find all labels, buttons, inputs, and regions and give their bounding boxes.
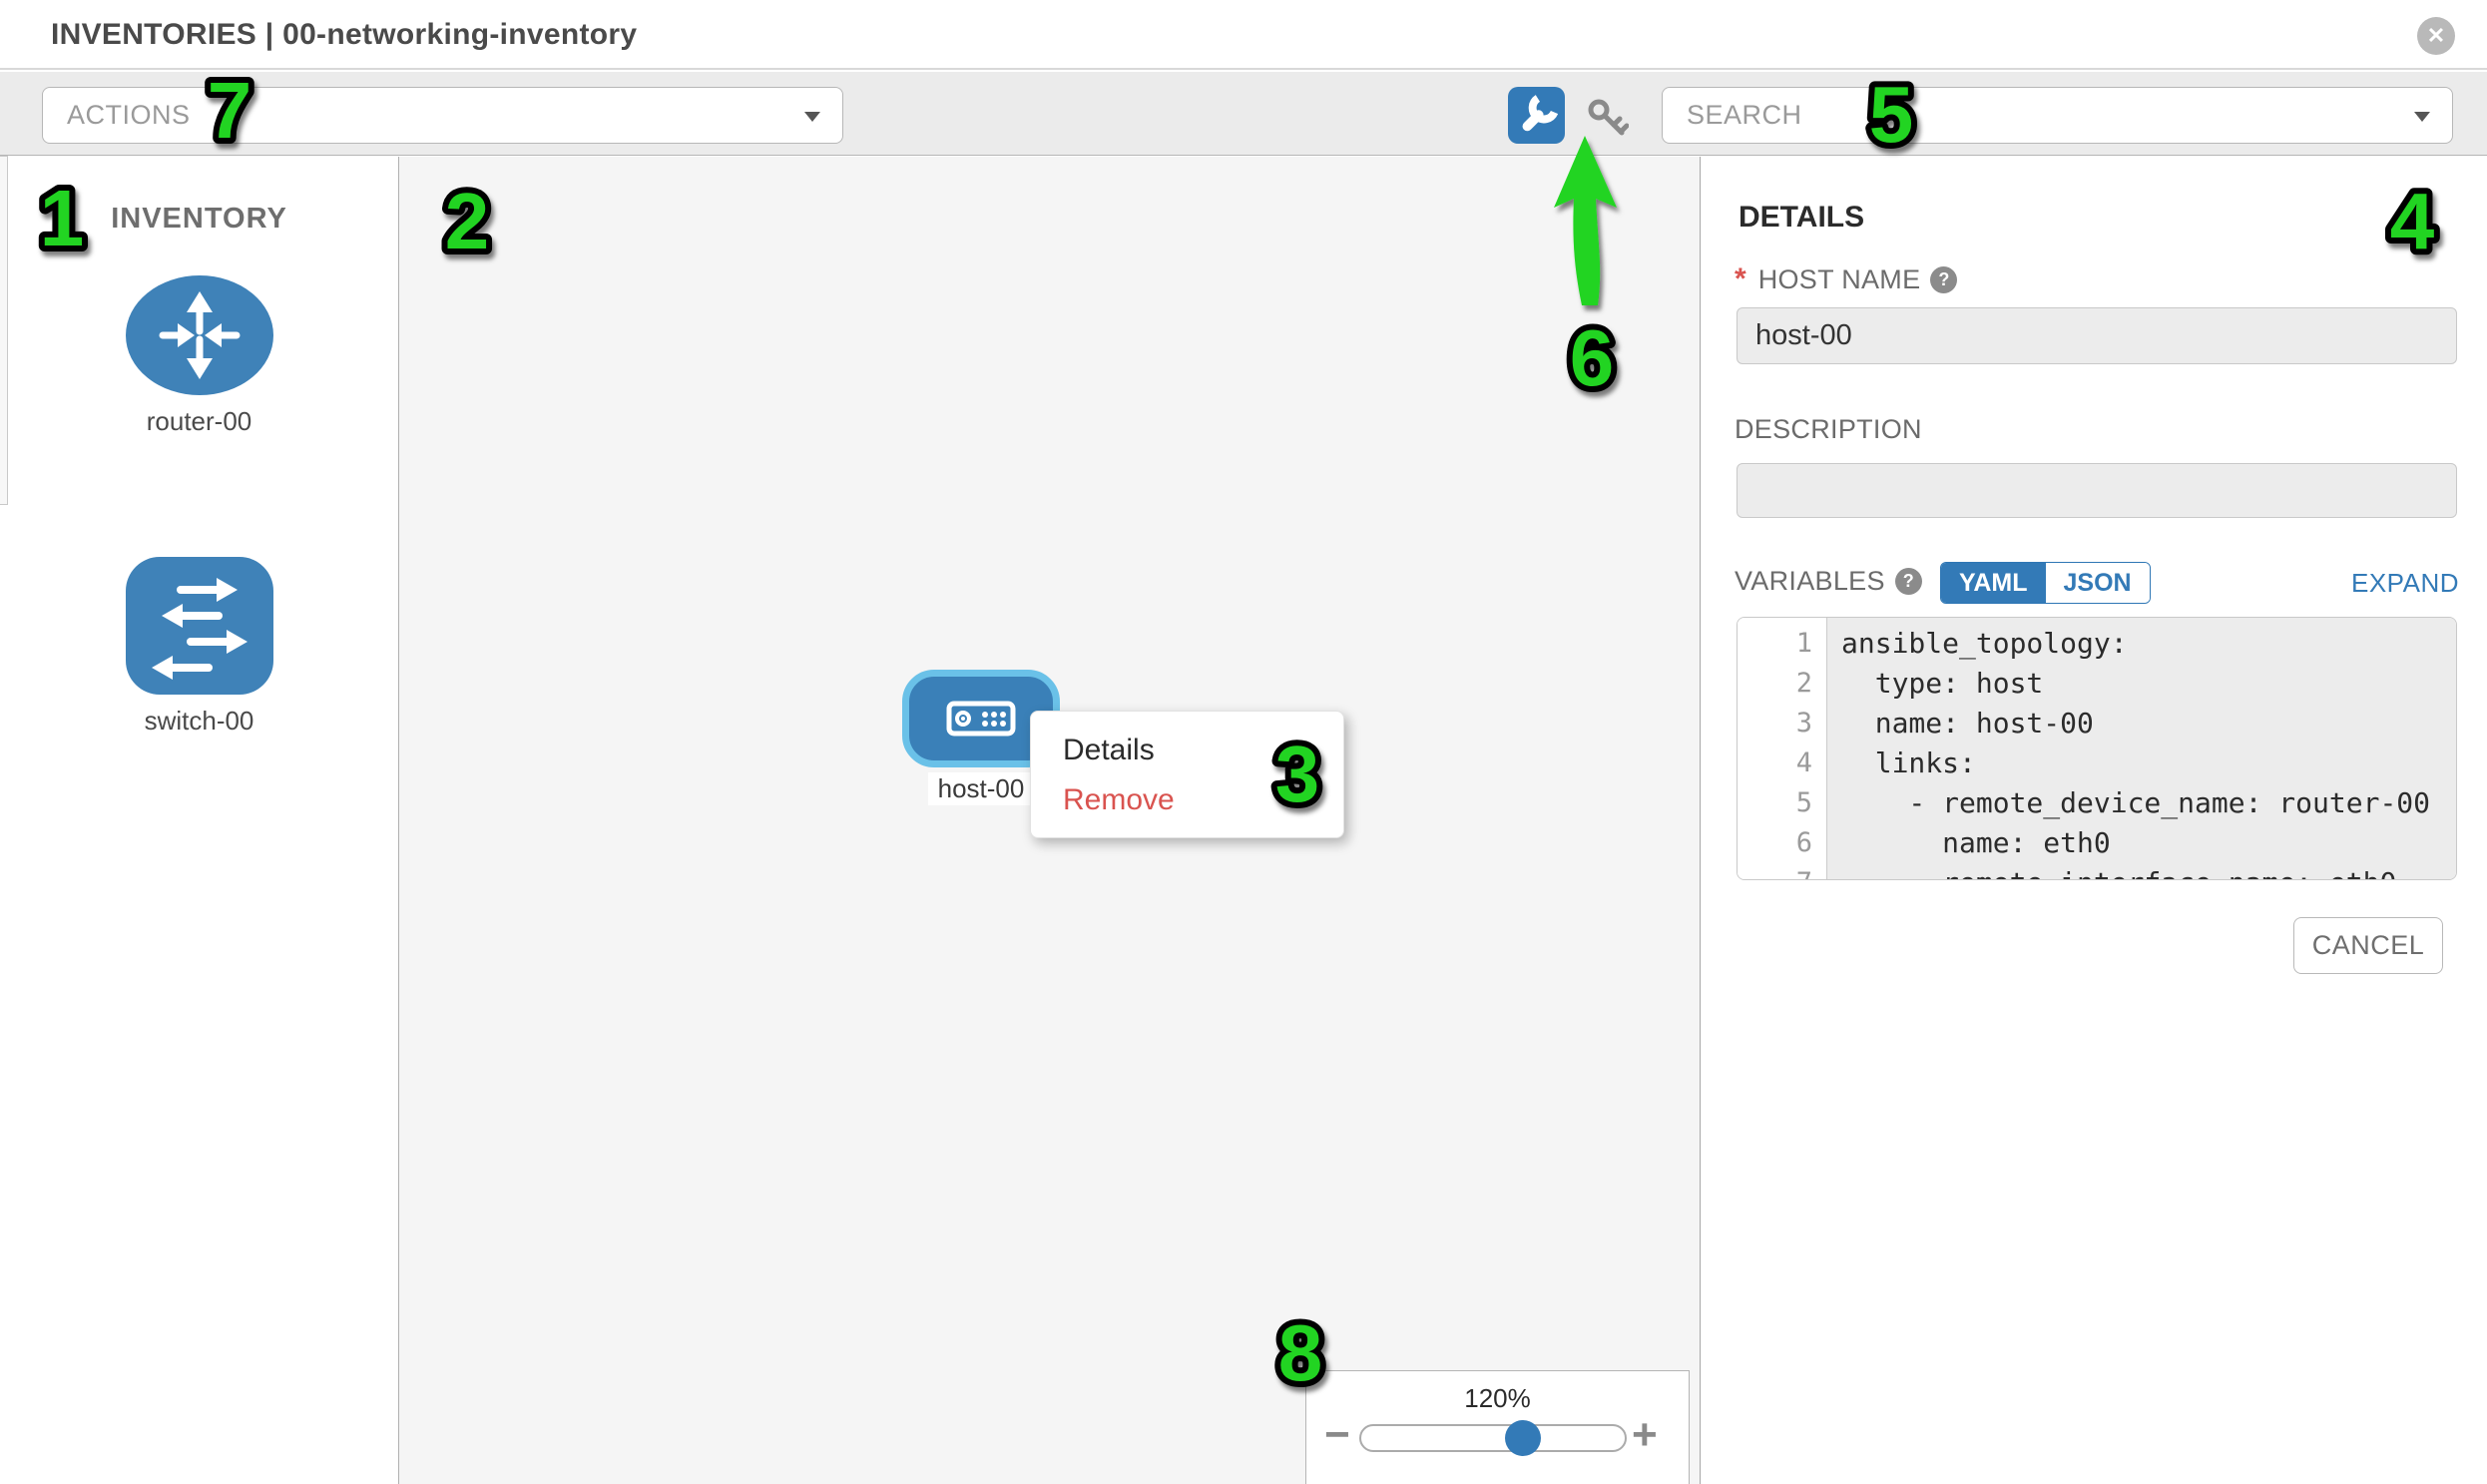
close-icon[interactable]: ✕	[2417, 17, 2455, 55]
tab-json[interactable]: JSON	[2046, 563, 2150, 603]
node-context-menu: Details Remove	[1030, 711, 1344, 838]
line-number: 6	[1738, 823, 1826, 863]
code-line: name: eth0	[1827, 823, 2456, 863]
zoom-out-button[interactable]: −	[1324, 1413, 1350, 1457]
inventories-topology-window: INVENTORIES | 00-networking-inventory ✕ …	[0, 0, 2487, 1484]
help-icon[interactable]: ?	[1895, 568, 1922, 595]
host-name-label: HOST NAME	[1758, 264, 1921, 295]
editor-line-numbers: 1 2 3 4 5 6 7	[1738, 618, 1827, 879]
line-number: 7	[1738, 863, 1826, 880]
inventory-item-switch[interactable]: switch-00	[0, 556, 398, 737]
wrench-icon	[1516, 95, 1558, 137]
inventory-item-label: router-00	[147, 406, 252, 437]
code-line: remote_interface_name: eth0	[1827, 863, 2456, 880]
variables-code-editor[interactable]: 1 2 3 4 5 6 7 ansible_topology: type: ho…	[1737, 617, 2457, 880]
header-bar: INVENTORIES | 00-networking-inventory ✕	[0, 0, 2487, 70]
line-number: 2	[1738, 664, 1826, 704]
toolbox-button[interactable]	[1508, 87, 1565, 144]
host-node-label: host-00	[928, 772, 1035, 805]
chevron-down-icon	[2414, 112, 2430, 122]
actions-dropdown-label: ACTIONS	[67, 100, 191, 131]
inventory-panel: INVENTORY	[0, 157, 399, 1484]
required-marker: *	[1735, 262, 1746, 296]
page-title: INVENTORIES | 00-networking-inventory	[51, 18, 637, 52]
switch-icon	[125, 556, 274, 696]
expand-link[interactable]: EXPAND	[2351, 568, 2459, 599]
line-number: 3	[1738, 704, 1826, 743]
help-icon[interactable]: ?	[1930, 266, 1957, 293]
host-icon	[946, 701, 1016, 737]
chevron-down-icon	[804, 112, 820, 122]
line-number: 5	[1738, 783, 1826, 823]
actions-dropdown[interactable]: ACTIONS	[42, 87, 843, 144]
code-line: name: host-00	[1827, 704, 2456, 743]
code-line: ansible_topology:	[1827, 624, 2456, 664]
router-icon	[125, 274, 274, 396]
description-label-row: DESCRIPTION	[1735, 414, 1922, 445]
variables-label-row: VARIABLES ?	[1735, 566, 1922, 597]
context-menu-item-details[interactable]: Details	[1031, 726, 1343, 775]
search-dropdown-label: SEARCH	[1687, 100, 1802, 131]
cancel-button[interactable]: CANCEL	[2293, 917, 2443, 974]
details-panel: DETAILS * HOST NAME ? DESCRIPTION VARIAB…	[1701, 157, 2487, 1484]
line-number: 4	[1738, 743, 1826, 783]
description-field[interactable]	[1737, 463, 2457, 518]
zoom-slider-thumb[interactable]	[1505, 1420, 1541, 1456]
host-name-field[interactable]	[1737, 307, 2457, 364]
zoom-slider-row: − +	[1306, 1419, 1689, 1459]
zoom-slider-track[interactable]	[1359, 1424, 1627, 1452]
inventory-item-router[interactable]: router-00	[0, 274, 398, 437]
inventory-panel-title: INVENTORY	[0, 203, 398, 236]
key-button[interactable]	[1585, 96, 1629, 140]
tab-yaml[interactable]: YAML	[1941, 563, 2046, 603]
inventory-item-label: switch-00	[145, 706, 254, 737]
line-number: 1	[1738, 624, 1826, 664]
zoom-control: 120% − +	[1305, 1370, 1690, 1484]
code-line: links:	[1827, 743, 2456, 783]
search-dropdown[interactable]: SEARCH	[1662, 87, 2453, 144]
variables-label: VARIABLES	[1735, 566, 1885, 597]
editor-code-area[interactable]: ansible_topology: type: host name: host-…	[1827, 618, 2456, 879]
details-panel-title: DETAILS	[1739, 201, 1864, 235]
variables-format-toggle: YAML JSON	[1940, 562, 2151, 604]
code-line: - remote_device_name: router-00	[1827, 783, 2456, 823]
zoom-in-button[interactable]: +	[1632, 1413, 1658, 1457]
key-icon	[1585, 96, 1629, 140]
topology-canvas[interactable]: host-00 Details Remove 120% − +	[399, 157, 1701, 1484]
host-name-label-row: * HOST NAME ?	[1735, 262, 1957, 296]
toolbar: ACTIONS SEARCH	[0, 72, 2487, 156]
body: INVENTORY	[0, 157, 2487, 1484]
code-line: type: host	[1827, 664, 2456, 704]
context-menu-item-remove[interactable]: Remove	[1031, 775, 1343, 825]
description-label: DESCRIPTION	[1735, 414, 1922, 445]
